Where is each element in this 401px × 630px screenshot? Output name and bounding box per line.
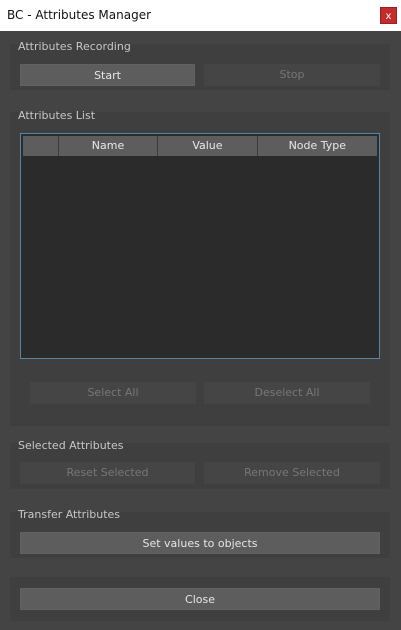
- attributes-list-label: Attributes List: [18, 109, 96, 122]
- stop-button[interactable]: Stop: [204, 64, 380, 86]
- selected-attributes-label: Selected Attributes: [18, 439, 124, 452]
- column-header-name[interactable]: Name: [59, 136, 159, 156]
- close-icon: x: [385, 11, 392, 22]
- start-button[interactable]: Start: [20, 64, 195, 86]
- window-title: BC - Attributes Manager: [7, 8, 152, 22]
- set-values-button[interactable]: Set values to objects: [20, 532, 380, 554]
- column-header-select[interactable]: [23, 136, 59, 156]
- column-header-node-type[interactable]: Node Type: [258, 136, 377, 156]
- select-all-button[interactable]: Select All: [30, 382, 196, 404]
- attributes-table[interactable]: Name Value Node Type: [20, 133, 380, 359]
- reset-selected-button[interactable]: Reset Selected: [20, 462, 195, 484]
- recording-label: Attributes Recording: [18, 40, 131, 53]
- close-window-button[interactable]: x: [380, 7, 397, 24]
- transfer-attributes-label: Transfer Attributes: [18, 508, 121, 521]
- close-button[interactable]: Close: [20, 588, 380, 610]
- title-bar: BC - Attributes Manager x: [0, 0, 401, 31]
- column-header-value[interactable]: Value: [158, 136, 258, 156]
- remove-selected-button[interactable]: Remove Selected: [204, 462, 380, 484]
- table-header: Name Value Node Type: [23, 136, 377, 156]
- deselect-all-button[interactable]: Deselect All: [204, 382, 370, 404]
